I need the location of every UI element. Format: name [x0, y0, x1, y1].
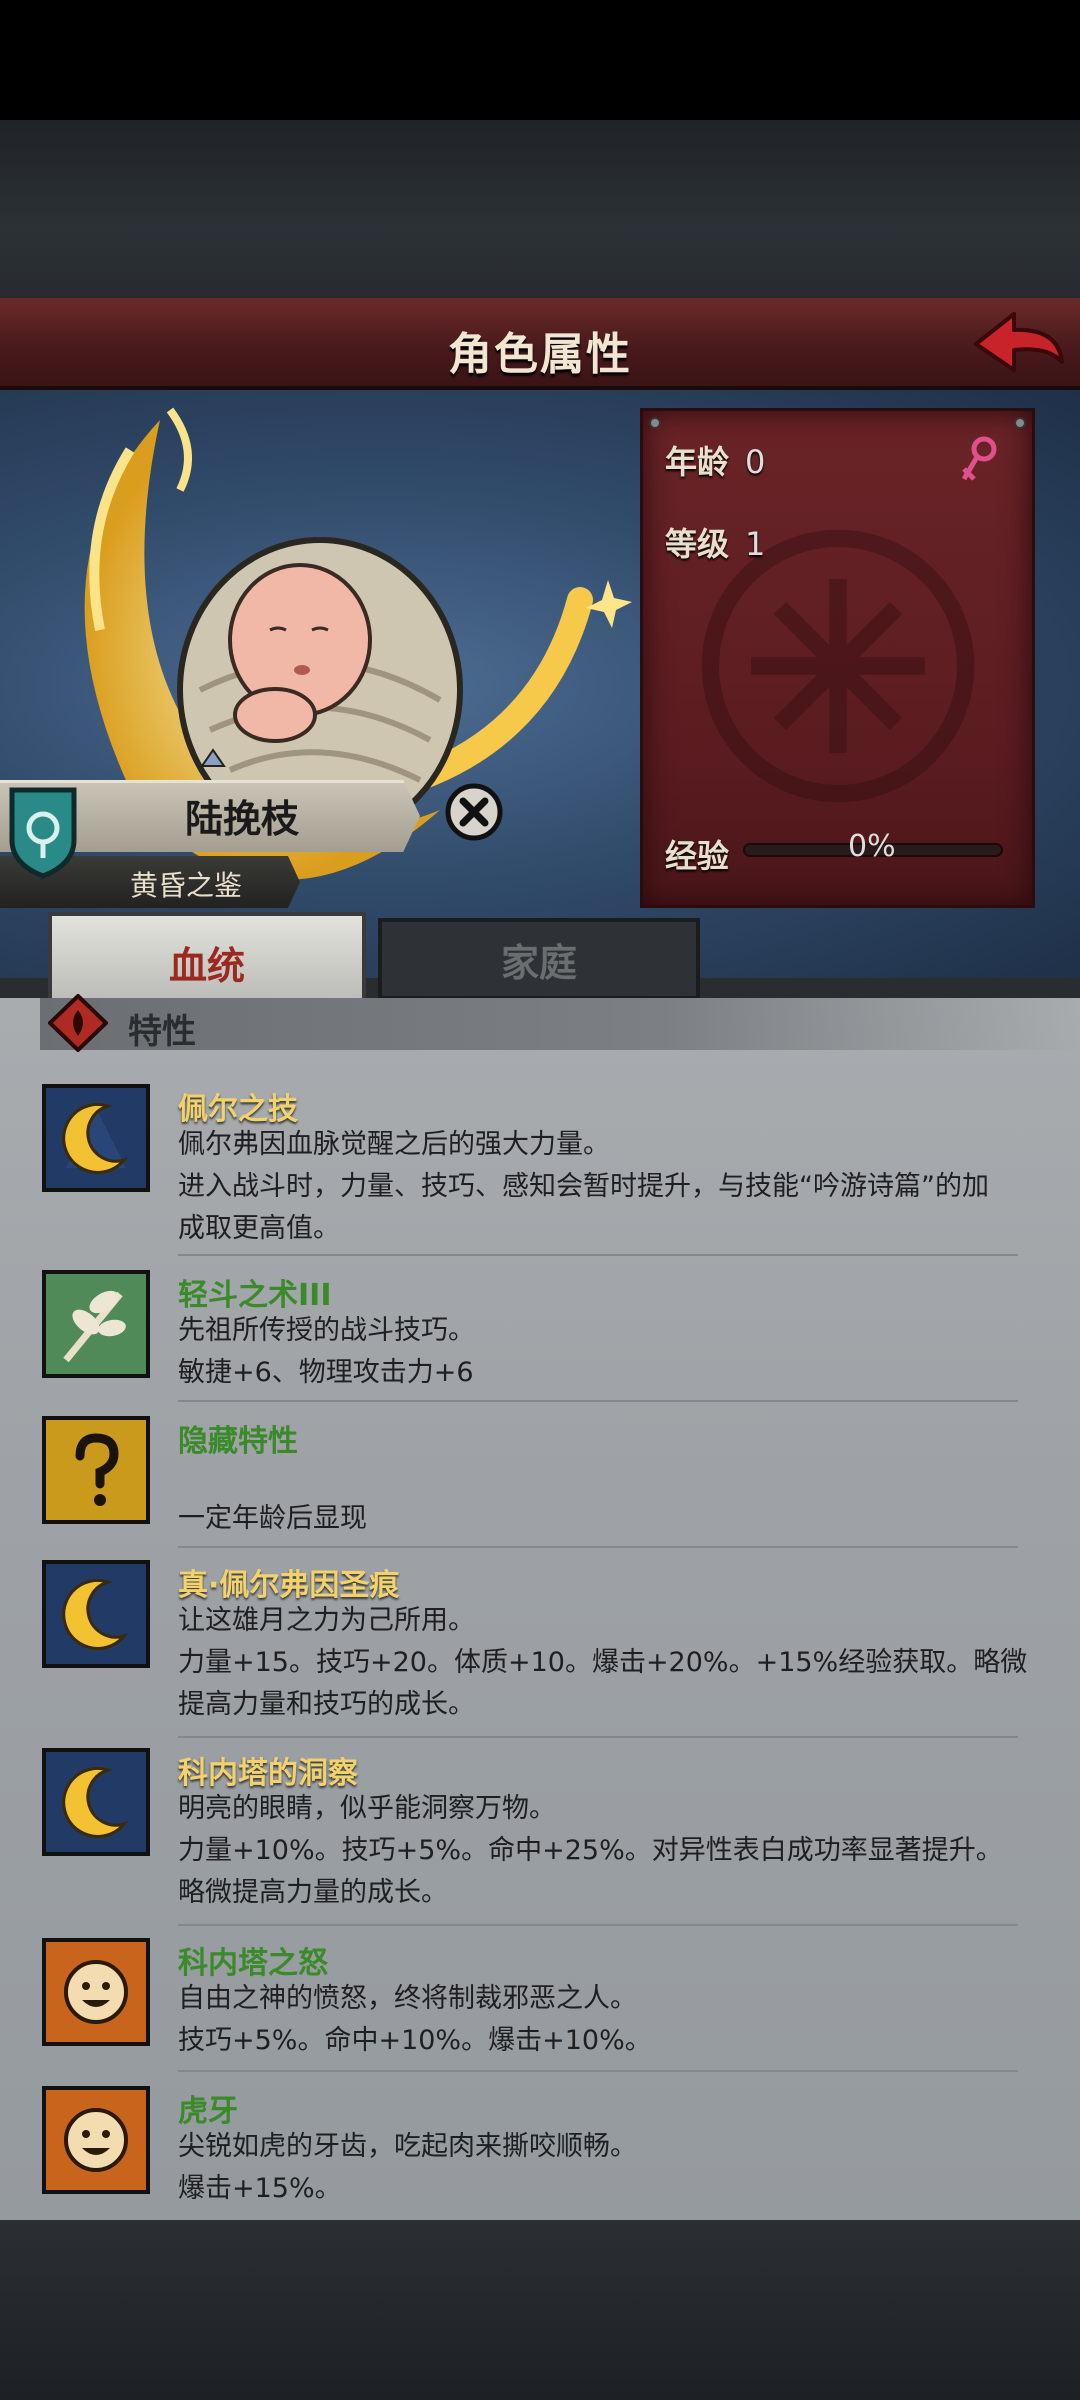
sun-face-icon: [42, 1938, 150, 2046]
trait-line: 进入战斗时，力量、技巧、感知会暂时提升，与技能“吟游诗篇”的加: [178, 1171, 989, 1202]
trait-line: 略微提高力量的成长。: [178, 1877, 448, 1908]
trait-line: 明亮的眼睛，似乎能洞察万物。: [178, 1793, 556, 1824]
fire-diamond-icon: [48, 994, 108, 1052]
stone-background: [0, 120, 1080, 300]
age-value: 0: [745, 443, 766, 481]
character-hero: 年龄 0 等级 1 经验 0% 陆挽枝 黄昏之鉴: [0, 390, 1080, 980]
trait-line: 成取更高值。: [178, 1213, 340, 1244]
trait-line: 让这雄月之力为己所用。: [178, 1605, 475, 1636]
level-label: 等级: [665, 525, 730, 563]
divider: [178, 1736, 1018, 1738]
exp-value: 0%: [848, 829, 896, 864]
tab-family[interactable]: 家庭: [378, 918, 700, 1000]
crescent-moon-icon: [42, 1560, 150, 1668]
trait-line: 一定年龄后显现: [178, 1503, 367, 1534]
character-subtitle: 黄昏之鉴: [130, 869, 243, 902]
page-title: 角色属性: [448, 329, 632, 380]
bottom-stone-background: [0, 2220, 1080, 2400]
title-banner: 角色属性: [0, 298, 1080, 390]
trait-line: 技巧+5%。命中+10%。爆击+10%。: [178, 2025, 652, 2056]
trait-description: 佩尔弗因血脉觉醒之后的强大力量。 进入战斗时，力量、技巧、感知会暂时提升，与技能…: [178, 1124, 1048, 1250]
traits-panel: 特性 佩尔之技 佩尔弗因血脉觉醒之后的强大力量。 进入战斗时，力量、技巧、感知会…: [0, 994, 1080, 2220]
trait-name: 隐藏特性: [178, 1424, 298, 1459]
trait-name: 虎牙: [178, 2094, 238, 2129]
shield-icon: [9, 787, 77, 879]
trait-description: 明亮的眼睛，似乎能洞察万物。 力量+10%。技巧+5%。命中+25%。对异性表白…: [178, 1788, 1048, 1914]
level-row: 等级 1: [665, 519, 765, 565]
trait-line: 力量+15。技巧+20。体质+10。爆击+20%。+15%经验获取。略微: [178, 1647, 1028, 1678]
trait-line: 佩尔弗因血脉觉醒之后的强大力量。: [178, 1129, 610, 1160]
level-value: 1: [745, 525, 766, 563]
character-name: 陆挽枝: [185, 797, 300, 841]
trait-description: 先祖所传授的战斗技巧。 敏捷+6、物理攻击力+6: [178, 1310, 1048, 1394]
crescent-moon-icon: [42, 1748, 150, 1856]
trait-name: 轻斗之术III: [178, 1278, 332, 1313]
divider: [178, 2070, 1018, 2072]
leaf-branch-icon: [42, 1270, 150, 1378]
trait-description: 一定年龄后显现: [178, 1456, 1048, 1540]
divider: [178, 1546, 1018, 1548]
section-header: 特性: [40, 994, 1080, 1052]
divider: [178, 1254, 1018, 1256]
trait-line: 敏捷+6、物理攻击力+6: [178, 1357, 474, 1388]
trait-line: 爆击+15%。: [178, 2173, 342, 2204]
trait-description: 自由之神的愤怒，终将制裁邪恶之人。 技巧+5%。命中+10%。爆击+10%。: [178, 1978, 1048, 2062]
age-row: 年龄 0: [665, 437, 765, 483]
trait-line: 先祖所传授的战斗技巧。: [178, 1315, 475, 1346]
divider: [178, 1400, 1018, 1402]
rivet: [1014, 417, 1026, 429]
female-gender-icon: [961, 436, 997, 481]
divider: [178, 1924, 1018, 1926]
trait-name: 科内塔的洞察: [178, 1756, 358, 1791]
section-title: 特性: [128, 1012, 196, 1052]
trait-line: 提高力量和技巧的成长。: [178, 1689, 475, 1720]
stats-panel: 年龄 0 等级 1 经验 0%: [640, 408, 1035, 908]
rivet: [649, 417, 661, 429]
house-marker-icon: [200, 748, 226, 767]
trait-line: 自由之神的愤怒，终将制裁邪恶之人。: [178, 1983, 637, 2014]
age-label: 年龄: [665, 443, 730, 481]
status-bar-area: [0, 0, 1080, 120]
trait-line: 尖锐如虎的牙齿，吃起肉来撕咬顺畅。: [178, 2131, 637, 2162]
trait-name: 佩尔之技: [178, 1092, 298, 1127]
trait-description: 让这雄月之力为己所用。 力量+15。技巧+20。体质+10。爆击+20%。+15…: [178, 1600, 1048, 1726]
trait-line: 力量+10%。技巧+5%。命中+25%。对异性表白成功率显著提升。: [178, 1835, 1003, 1866]
trait-line: [178, 1456, 1048, 1498]
question-mark-icon: [42, 1416, 150, 1524]
crescent-moon-icon: [42, 1084, 150, 1192]
exp-label: 经验: [665, 837, 730, 875]
trait-name: 科内塔之怒: [178, 1946, 328, 1981]
close-icon[interactable]: [444, 782, 504, 842]
back-arrow-icon[interactable]: [968, 306, 1068, 382]
trait-name: 真·佩尔弗因圣痕: [178, 1568, 400, 1603]
sun-face-icon: [42, 2086, 150, 2194]
trait-description: 尖锐如虎的牙齿，吃起肉来撕咬顺畅。 爆击+15%。: [178, 2126, 1048, 2210]
